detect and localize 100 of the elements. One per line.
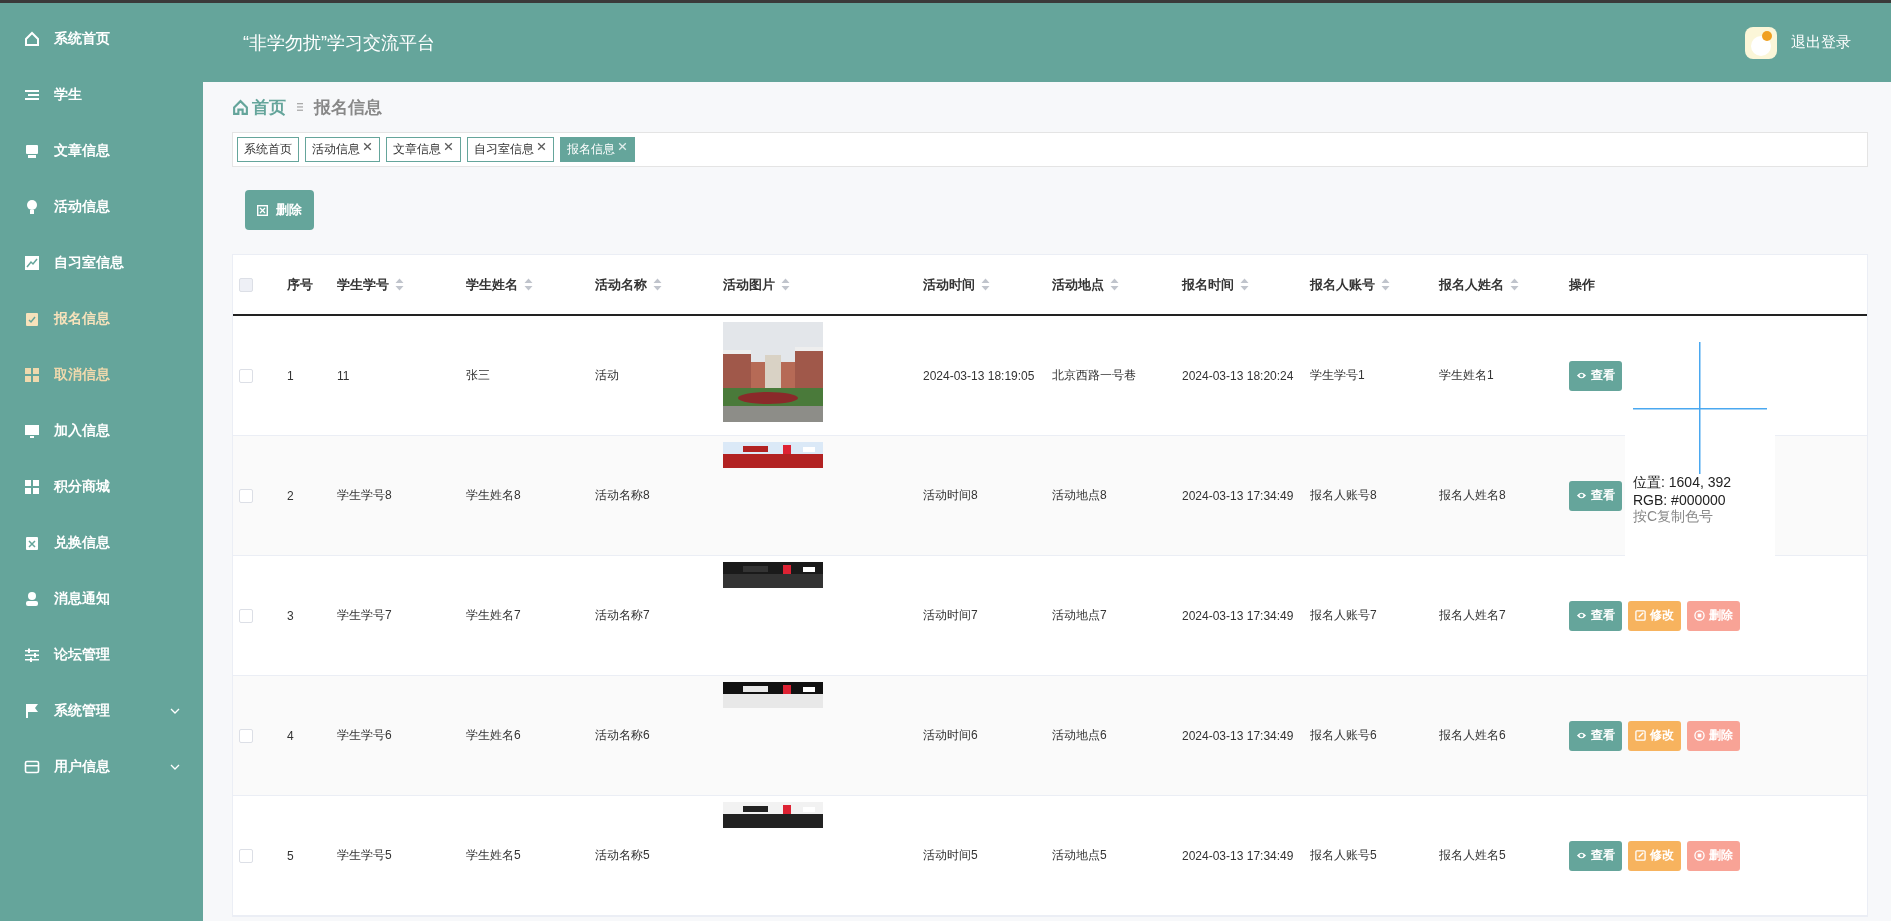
table-cell: 活动地点8 <box>1052 487 1107 504</box>
table-cell: 活动名称7 <box>595 607 650 624</box>
delete-button[interactable]: 删除 <box>1687 720 1740 751</box>
table-cell: 2024-03-13 18:19:05 <box>923 368 1035 383</box>
sidebar-item[interactable]: 学生 <box>0 67 203 123</box>
table-cell: 2024-03-13 17:34:49 <box>1182 608 1294 623</box>
sidebar-item[interactable]: 系统管理 <box>0 683 203 739</box>
table-cell: 活动时间6 <box>923 727 978 744</box>
table-cell: 学生姓名1 <box>1439 367 1494 384</box>
column-header: 活动地点 <box>1052 275 1104 294</box>
table-cell: 4 <box>287 728 294 743</box>
table-cell: 报名人账号5 <box>1310 847 1377 864</box>
hint-text: 按C复制色号 <box>1633 508 1715 526</box>
page-tab[interactable]: 系统首页 <box>237 137 299 162</box>
sidebar-item[interactable]: 取消信息 <box>0 347 203 403</box>
table-cell: 2024-03-13 17:34:49 <box>1182 848 1294 863</box>
sidebar-item[interactable]: 消息通知 <box>0 571 203 627</box>
delete-button[interactable]: 删除 <box>1687 840 1740 871</box>
table-cell: 活动地点5 <box>1052 847 1107 864</box>
table-cell: 2024-03-13 17:34:49 <box>1182 488 1294 503</box>
edit-button[interactable]: 修改 <box>1628 600 1681 631</box>
sliders-icon <box>24 647 40 663</box>
sidebar-item[interactable]: 用户信息 <box>0 739 203 795</box>
sidebar-item[interactable]: 活动信息 <box>0 179 203 235</box>
clipboard-icon <box>24 311 40 327</box>
delete-button[interactable]: 删除 <box>1687 600 1740 631</box>
table-cell: 活动地点7 <box>1052 607 1107 624</box>
eye-icon <box>1576 490 1587 501</box>
view-button[interactable]: 查看 <box>1569 360 1622 391</box>
sidebar-item[interactable]: 文章信息 <box>0 123 203 179</box>
table-cell: 11 <box>337 368 350 383</box>
column-header: 活动时间 <box>923 275 975 294</box>
delete-button[interactable]: 删除 <box>245 190 314 230</box>
table-cell: 学生学号6 <box>337 727 392 744</box>
view-button[interactable]: 查看 <box>1569 480 1622 511</box>
breadcrumb-home[interactable]: 首页 <box>232 95 286 119</box>
view-button[interactable]: 查看 <box>1569 840 1622 871</box>
page-tab[interactable]: 自习室信息 <box>467 137 554 162</box>
checkbox[interactable] <box>239 848 253 863</box>
delete-icon <box>1694 610 1705 621</box>
checkbox[interactable] <box>239 728 253 743</box>
column-header: 学生姓名 <box>466 275 518 294</box>
table-cell: 学生学号5 <box>337 847 392 864</box>
table-cell: 报名人账号6 <box>1310 727 1377 744</box>
logout-link[interactable]: 退出登录 <box>1791 33 1851 52</box>
sidebar-item[interactable]: 报名信息 <box>0 291 203 347</box>
column-header: 报名时间 <box>1182 275 1234 294</box>
grid-icon <box>24 367 40 383</box>
table-cell: 5 <box>287 848 294 863</box>
house-icon <box>24 31 40 47</box>
app-title: “非学勿扰”学习交流平台 <box>243 31 435 55</box>
person-icon <box>24 591 40 607</box>
checkbox[interactable] <box>239 488 253 503</box>
column-header: 报名人姓名 <box>1439 275 1504 294</box>
table-cell: 3 <box>287 608 294 623</box>
chart-icon <box>24 255 40 271</box>
view-button[interactable]: 查看 <box>1569 600 1622 631</box>
checkbox[interactable] <box>239 368 253 383</box>
table-cell: 活动时间5 <box>923 847 978 864</box>
table-cell: 活动名称8 <box>595 487 650 504</box>
clipboard-icon <box>24 535 40 551</box>
sidebar-item[interactable]: 积分商城 <box>0 459 203 515</box>
edit-button[interactable]: 修改 <box>1628 720 1681 751</box>
sidebar-item[interactable]: 系统首页 <box>0 11 203 67</box>
table-cell: 2024-03-13 18:20:24 <box>1182 368 1294 383</box>
bulb-icon <box>24 199 40 215</box>
eye-icon <box>1576 850 1587 861</box>
sidebar-item[interactable]: 加入信息 <box>0 403 203 459</box>
table-cell: 报名人姓名5 <box>1439 847 1506 864</box>
table-cell: 活动时间8 <box>923 487 978 504</box>
page-tab[interactable]: 活动信息 <box>305 137 380 162</box>
eye-icon <box>1576 610 1587 621</box>
table-cell: 学生姓名7 <box>466 607 521 624</box>
sidebar-item[interactable]: 自习室信息 <box>0 235 203 291</box>
column-header: 学生学号 <box>337 275 389 294</box>
table-cell: 学生学号7 <box>337 607 392 624</box>
sidebar-item[interactable]: 论坛管理 <box>0 627 203 683</box>
edit-icon <box>1635 730 1646 741</box>
column-header: 操作 <box>1569 275 1595 294</box>
delete-icon <box>1694 850 1705 861</box>
table-cell: 学生姓名8 <box>466 487 521 504</box>
checkbox[interactable] <box>239 277 253 292</box>
sidebar-item[interactable]: 兑换信息 <box>0 515 203 571</box>
table-cell: 学生学号8 <box>337 487 392 504</box>
page-tab[interactable]: 报名信息 <box>560 137 635 162</box>
view-button[interactable]: 查看 <box>1569 720 1622 751</box>
table-cell: 报名人账号7 <box>1310 607 1377 624</box>
grid-icon <box>24 479 40 495</box>
flag-icon <box>24 703 40 719</box>
checkbox[interactable] <box>239 608 253 623</box>
page-tab[interactable]: 文章信息 <box>386 137 461 162</box>
table-cell: 学生姓名6 <box>466 727 521 744</box>
table-cell: 活动名称6 <box>595 727 650 744</box>
monitor-icon <box>24 423 40 439</box>
eye-icon <box>1576 730 1587 741</box>
table-cell: 张三 <box>466 367 490 384</box>
house-icon <box>232 98 249 116</box>
position-text: 位置: 1604, 392 <box>1633 474 1733 492</box>
edit-button[interactable]: 修改 <box>1628 840 1681 871</box>
column-header: 活动名称 <box>595 275 647 294</box>
